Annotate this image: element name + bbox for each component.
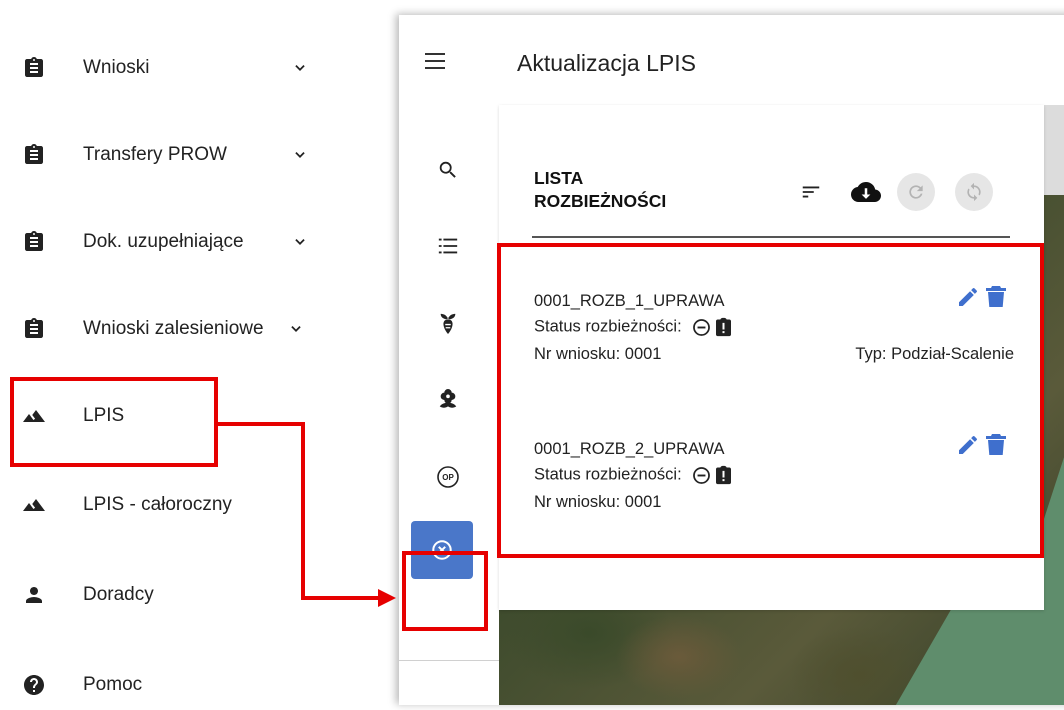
annotation-arrow: [218, 422, 396, 607]
